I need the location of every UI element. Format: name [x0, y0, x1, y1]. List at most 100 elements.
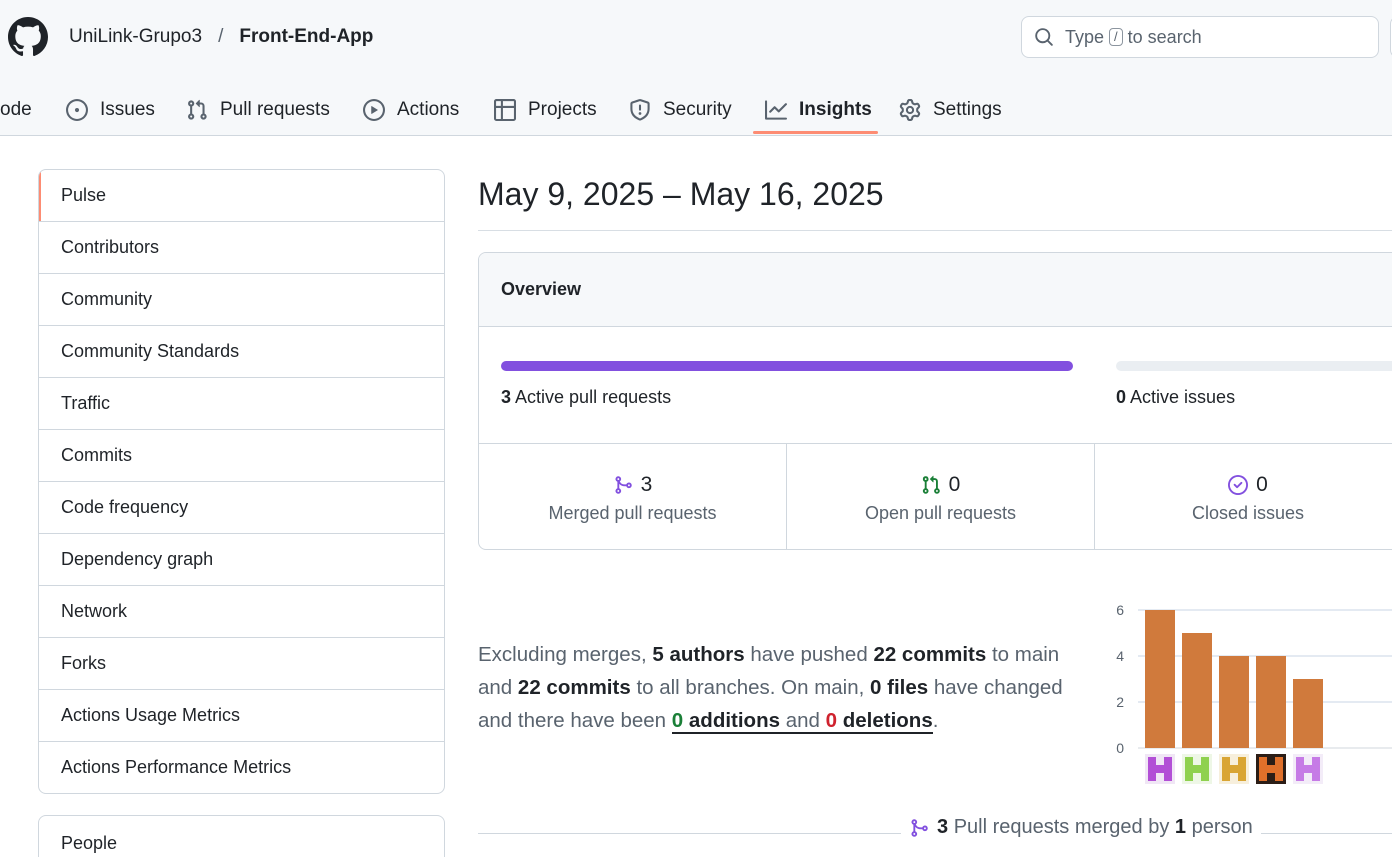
avatar-pixel: [1148, 757, 1156, 765]
avatar-pixel: [1259, 765, 1267, 773]
avatar-pixel: [1164, 773, 1172, 781]
active-tab-indicator: [753, 131, 878, 134]
repo-name-link[interactable]: Front-End-App: [239, 26, 373, 48]
summary-text: Excluding merges,: [478, 643, 647, 666]
tab-insights[interactable]: Insights: [765, 84, 872, 136]
sidebar-item-actions-performance-metrics[interactable]: Actions Performance Metrics: [39, 741, 444, 793]
sidebar-item-code-frequency[interactable]: Code frequency: [39, 481, 444, 533]
avatar-pixel: [1185, 765, 1193, 773]
tab-issues[interactable]: Issues: [66, 84, 155, 136]
avatar-pixel: [1296, 773, 1304, 781]
insights-sidebar: Pulse Contributors Community Community S…: [38, 169, 445, 794]
repo-owner-link[interactable]: UniLink-Grupo3: [69, 26, 202, 48]
contributor-avatar[interactable]: [1293, 754, 1323, 784]
avatar-pixel: [1312, 765, 1320, 773]
sidebar-item-community-standards[interactable]: Community Standards: [39, 325, 444, 377]
contributor-avatar[interactable]: [1219, 754, 1249, 784]
commits-all-count: 22 commits: [517, 676, 631, 699]
open-prs-stat[interactable]: 0 Open pull requests: [786, 444, 1094, 549]
tab-settings[interactable]: Settings: [899, 84, 1002, 136]
avatar-pixel: [1230, 765, 1238, 773]
tab-code[interactable]: ode: [0, 84, 32, 136]
github-logo-icon[interactable]: [8, 17, 48, 57]
chart-y-tick-label: 4: [1116, 648, 1124, 664]
search-input[interactable]: Type / to search: [1021, 16, 1379, 58]
merged-prs-label: Merged pull requests: [548, 502, 717, 523]
sidebar-item-actions-usage-metrics[interactable]: Actions Usage Metrics: [39, 689, 444, 741]
avatar-pixel: [1164, 765, 1172, 773]
sidebar-item-network[interactable]: Network: [39, 585, 444, 637]
avatar-pixel: [1275, 773, 1283, 781]
merged-prs-stat[interactable]: 3 Merged pull requests: [479, 444, 786, 549]
avatar-pixel: [1222, 765, 1230, 773]
summary-text: to all branches. On main,: [636, 676, 865, 699]
avatar-pixel: [1201, 773, 1209, 781]
contributor-avatar[interactable]: [1256, 754, 1286, 784]
contributor-avatar[interactable]: [1145, 754, 1175, 784]
breadcrumb-separator: /: [218, 26, 224, 47]
sidebar-item-label: Network: [61, 601, 128, 621]
insights-sidebar-secondary: People: [38, 815, 445, 857]
deletions-word: deletions: [842, 709, 933, 732]
active-prs-summary[interactable]: 3 Active pull requests: [501, 387, 671, 408]
page-title: May 9, 2025 – May 16, 2025: [478, 176, 884, 212]
summary-text: .: [932, 709, 939, 732]
chart-bar[interactable]: [1293, 679, 1323, 748]
avatar-pixel: [1201, 757, 1209, 765]
chart-bar[interactable]: [1145, 610, 1175, 748]
chart-bar[interactable]: [1182, 633, 1212, 748]
active-issues-progress-bar[interactable]: [1116, 361, 1392, 371]
avatar-pixel: [1238, 757, 1246, 765]
search-icon: [1035, 28, 1053, 46]
avatar-pixel: [1185, 757, 1193, 765]
sidebar-item-label: Traffic: [61, 393, 111, 413]
closed-issues-count: 0: [1256, 472, 1268, 496]
tab-projects[interactable]: Projects: [494, 84, 597, 136]
closed-issues-label: Closed issues: [1191, 502, 1305, 523]
avatar-pixel: [1238, 773, 1246, 781]
contributor-avatar[interactable]: [1182, 754, 1212, 784]
sidebar-item-label: Dependency graph: [61, 549, 214, 569]
commits-main-count: 22 commits: [873, 643, 987, 666]
overview-stats: 3 Merged pull requests 0 Open pull reque…: [479, 443, 1392, 549]
sidebar-item-community[interactable]: Community: [39, 273, 444, 325]
tab-projects-label: Projects: [528, 99, 597, 120]
active-prs-progress-bar[interactable]: [501, 361, 1073, 371]
sidebar-item-people[interactable]: People: [39, 816, 444, 857]
tab-security[interactable]: Security: [629, 84, 732, 136]
avatar-pixel: [1193, 765, 1201, 773]
avatar-pixel: [1296, 765, 1304, 773]
summary-text: have pushed: [750, 643, 868, 666]
active-issues-label: Active issues: [1130, 387, 1236, 407]
search-shortcut-key: /: [1109, 28, 1123, 46]
additions-deletions-link[interactable]: 0 additions and 0 deletions: [671, 709, 933, 734]
closed-issues-stat[interactable]: 0 Closed issues: [1094, 444, 1392, 549]
sidebar-item-dependency-graph[interactable]: Dependency graph: [39, 533, 444, 585]
chart-bar[interactable]: [1256, 656, 1286, 748]
avatar-pixel: [1296, 757, 1304, 765]
chart-y-tick-label: 0: [1116, 740, 1124, 756]
tab-code-label: ode: [0, 99, 32, 120]
avatar-pixel: [1275, 765, 1283, 773]
tab-pull-requests[interactable]: Pull requests: [186, 84, 330, 136]
sidebar-item-commits[interactable]: Commits: [39, 429, 444, 481]
additions-word: additions: [688, 709, 780, 732]
sidebar-item-pulse[interactable]: Pulse: [39, 170, 444, 221]
sidebar-item-label: Commits: [61, 445, 132, 465]
active-issues-summary[interactable]: 0 Active issues: [1116, 387, 1235, 408]
sidebar-item-traffic[interactable]: Traffic: [39, 377, 444, 429]
sidebar-item-contributors[interactable]: Contributors: [39, 221, 444, 273]
tab-actions[interactable]: Actions: [363, 84, 459, 136]
sidebar-item-forks[interactable]: Forks: [39, 637, 444, 689]
chart-y-tick-label: 6: [1116, 602, 1124, 618]
open-prs-label: Open pull requests: [864, 502, 1017, 523]
avatar-pixel: [1312, 773, 1320, 781]
sidebar-item-label: Actions Usage Metrics: [61, 705, 241, 725]
git-pull-request-icon: [188, 99, 207, 120]
avatar-pixel: [1259, 757, 1267, 765]
authors-count: 5 authors: [652, 643, 745, 666]
avatar-pixel: [1312, 757, 1320, 765]
chart-bar[interactable]: [1219, 656, 1249, 748]
contributors-bar-chart: 0 2 4 6: [1116, 602, 1392, 784]
summary-text: and: [785, 709, 820, 732]
